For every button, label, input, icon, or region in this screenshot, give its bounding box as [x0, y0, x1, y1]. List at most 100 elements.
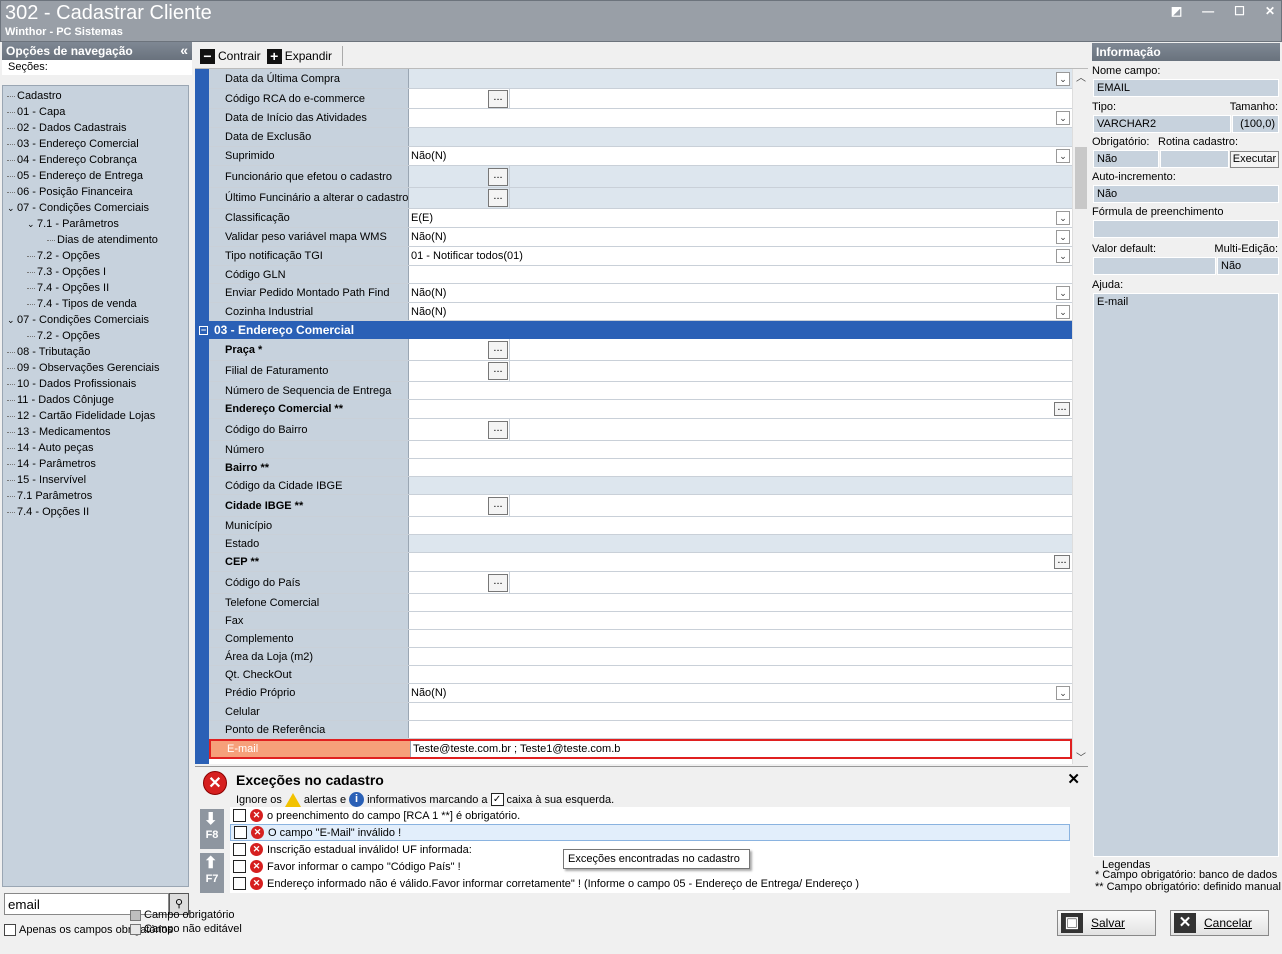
close-icon[interactable]: ✕ [1265, 4, 1275, 18]
field-value[interactable]: ... [409, 495, 1072, 516]
ignore-checkbox[interactable] [233, 860, 246, 873]
field-value[interactable]: ... [409, 553, 1072, 571]
field-value[interactable] [409, 517, 1072, 534]
lookup-button[interactable]: ... [1054, 402, 1070, 416]
field-value[interactable]: Não(N) ⌄ [409, 303, 1072, 320]
sidebar-item[interactable]: 11 - Dados Cônjuge [7, 392, 114, 408]
ignore-checkbox[interactable] [233, 877, 246, 890]
chevron-down-icon[interactable]: ⌄ [7, 312, 17, 328]
sidebar-item[interactable]: ⌄ 7.1 - Parâmetros [27, 216, 119, 232]
chevron-down-icon[interactable]: ⌄ [1056, 249, 1070, 263]
field-value[interactable] [409, 612, 1072, 629]
sidebar-item[interactable]: 08 - Tributação [7, 344, 90, 360]
exception-item[interactable]: ✕ O campo "E-Mail" inválido ! [230, 824, 1070, 841]
scroll-down-icon[interactable]: ﹀ [1076, 749, 1086, 764]
sidebar-item[interactable]: 7.1 Parâmetros [7, 488, 92, 504]
sidebar-item[interactable]: 02 - Dados Cadastrais [7, 120, 126, 136]
chevron-down-icon[interactable]: ⌄ [27, 216, 37, 232]
sidebar-item[interactable]: 15 - Inservível [7, 472, 86, 488]
sidebar-item[interactable]: 10 - Dados Profissionais [7, 376, 136, 392]
grid-scrollbar[interactable]: ︿ ﹀ [1072, 69, 1088, 764]
field-value[interactable] [409, 594, 1072, 611]
field-value[interactable]: ... [409, 166, 1072, 187]
ignore-checkbox[interactable] [233, 809, 246, 822]
exception-item[interactable]: ✕ Endereço informado não é válido.Favor i… [230, 875, 1070, 892]
field-value[interactable]: ... [409, 361, 1072, 381]
field-value[interactable]: ... [409, 400, 1072, 418]
sidebar-item[interactable]: 7.2 - Opções [27, 328, 100, 344]
field-value[interactable]: ⌄ [409, 109, 1072, 127]
minimize-icon[interactable]: — [1202, 4, 1214, 18]
field-value[interactable] [409, 441, 1072, 458]
lookup-button[interactable]: ... [488, 573, 508, 592]
chevron-down-icon[interactable]: ⌄ [1056, 71, 1070, 86]
sidebar-item[interactable]: 7.2 - Opções [27, 248, 100, 264]
scroll-thumb[interactable] [1075, 147, 1087, 209]
chevron-down-icon[interactable]: ⌄ [1056, 111, 1070, 125]
chevron-down-icon[interactable]: ⌄ [1056, 230, 1070, 244]
lookup-button[interactable]: ... [488, 167, 508, 186]
field-value[interactable]: ... [409, 339, 1072, 360]
collapse-button[interactable]: − Contrair [200, 48, 261, 64]
chevron-down-icon[interactable]: ⌄ [7, 200, 17, 216]
lookup-button[interactable]: ... [1054, 555, 1070, 569]
field-value[interactable]: ... [409, 572, 1072, 593]
field-value[interactable]: ... [409, 188, 1072, 208]
save-button[interactable]: ▣ Salvar [1057, 910, 1156, 936]
chevron-down-icon[interactable]: ⌄ [1056, 286, 1070, 300]
cancel-button[interactable]: ✕ Cancelar [1170, 910, 1269, 936]
sidebar-item[interactable]: 7.4 - Tipos de venda [27, 296, 137, 312]
prev-exception-button[interactable]: ⬆ F7 [200, 853, 224, 893]
chevron-down-icon[interactable]: ⌄ [1056, 149, 1070, 163]
chevron-down-icon[interactable]: ⌄ [1056, 304, 1070, 319]
lookup-button[interactable]: ... [488, 496, 508, 515]
restore-icon[interactable]: ◩ [1171, 4, 1182, 18]
scroll-up-icon[interactable]: ︿ [1076, 69, 1086, 84]
execute-button[interactable]: Executar [1230, 151, 1279, 168]
field-value[interactable] [409, 703, 1072, 720]
lookup-button[interactable]: ... [488, 340, 508, 359]
exceptions-close-button[interactable]: ✕ [1067, 770, 1080, 788]
field-value[interactable]: ⌄ [409, 69, 1072, 88]
exception-item[interactable]: ✕ o preenchimento do campo [RCA 1 **] é o… [230, 807, 1070, 824]
field-value[interactable]: Não(N) ⌄ [409, 684, 1072, 702]
field-value[interactable]: Não(N) ⌄ [409, 228, 1072, 246]
expand-button[interactable]: + Expandir [266, 48, 332, 64]
lookup-button[interactable]: ... [488, 89, 508, 108]
maximize-icon[interactable]: ☐ [1234, 4, 1245, 18]
sidebar-item[interactable]: 14 - Parâmetros [7, 456, 96, 472]
section-header[interactable]: −03 - Endereço Comercial [195, 321, 1072, 339]
lookup-button[interactable]: ... [488, 362, 508, 380]
sidebar-item[interactable]: 13 - Medicamentos [7, 424, 111, 440]
field-value[interactable]: 01 - Notificar todos(01) ⌄ [409, 247, 1072, 265]
collapse-section-icon[interactable]: − [199, 325, 208, 335]
field-value[interactable] [409, 128, 1072, 146]
sidebar-item[interactable]: 05 - Endereço de Entrega [7, 168, 143, 184]
field-value[interactable] [409, 382, 1072, 399]
sidebar-item[interactable]: 7.4 - Opções II [7, 504, 89, 520]
exceptions-scrollbar[interactable] [1070, 807, 1084, 893]
sidebar-item[interactable]: 06 - Posição Financeira [7, 184, 133, 200]
ignore-checkbox[interactable] [233, 843, 246, 856]
field-value[interactable] [409, 535, 1072, 552]
chevron-down-icon[interactable]: ⌄ [1056, 686, 1070, 700]
field-value[interactable] [409, 630, 1072, 647]
field-value[interactable] [409, 648, 1072, 665]
field-value[interactable] [409, 721, 1072, 738]
field-value[interactable]: Não(N) ⌄ [409, 284, 1072, 302]
next-exception-button[interactable]: ⬇ F8 [200, 809, 224, 849]
sidebar-item[interactable]: 7.4 - Opções II [27, 280, 109, 296]
sidebar-item[interactable]: 04 - Endereço Cobrança [7, 152, 137, 168]
ignore-checkbox[interactable] [234, 826, 247, 839]
lookup-button[interactable]: ... [488, 189, 508, 207]
field-value[interactable] [409, 477, 1072, 494]
chevron-down-icon[interactable]: ⌄ [1056, 211, 1070, 225]
field-value[interactable]: E(E) ⌄ [409, 209, 1072, 227]
sidebar-item[interactable]: 09 - Observações Gerenciais [7, 360, 159, 376]
field-value[interactable] [409, 459, 1072, 476]
sidebar-item[interactable]: 7.3 - Opções I [27, 264, 106, 280]
collapse-panel-icon[interactable]: « [180, 42, 188, 58]
field-value[interactable] [409, 666, 1072, 683]
sidebar-item[interactable]: ⌄ 07 - Condições Comerciais [7, 200, 149, 216]
field-value[interactable]: ... [409, 89, 1072, 108]
